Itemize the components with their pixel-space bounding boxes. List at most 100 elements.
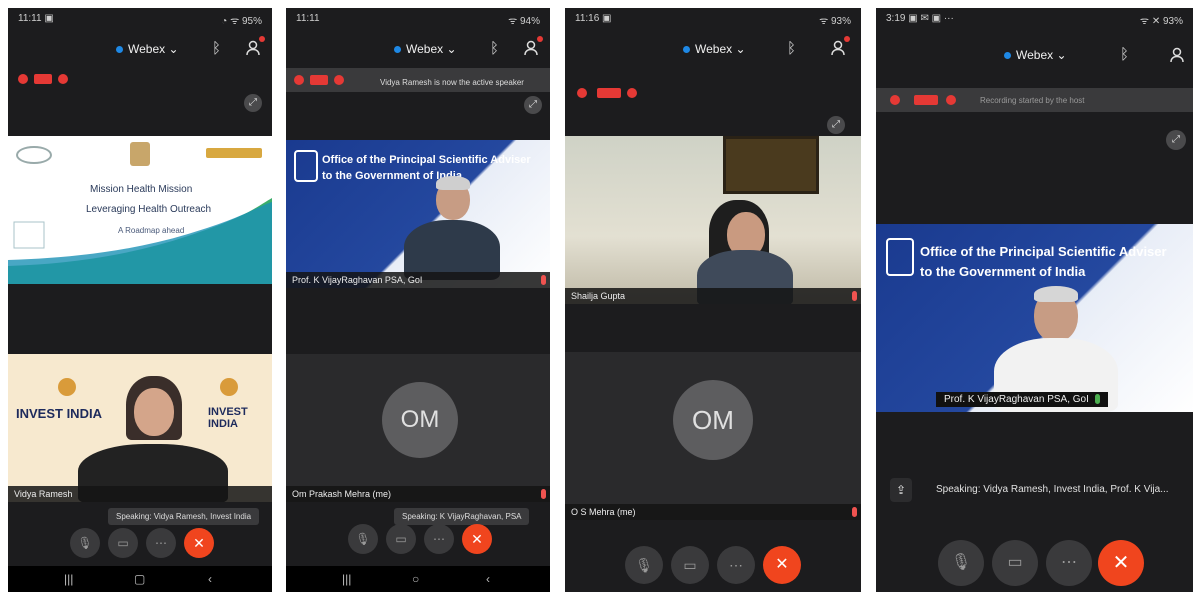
invest-india-logo-left: INVEST INDIA [16,406,102,421]
participants-icon[interactable] [829,36,850,57]
mic-muted-icon [852,291,857,301]
recents-icon[interactable]: ||| [342,572,351,586]
mic-active-icon [1094,394,1100,405]
mute-icon[interactable]: 🎙 [70,528,100,558]
mute-icon[interactable]: 🎙 [625,546,663,584]
status-indicators: ◔ ᯤ 95% [221,16,262,27]
webex-label: Webex ⌄ [695,42,746,56]
self-video-tile[interactable]: OM O S Mehra (me) [565,352,861,520]
meeting-topbar: Webex ⌄ ᛒ [565,30,861,70]
expand-icon[interactable]: ⤢ [827,116,845,134]
wall-painting [723,136,819,194]
self-name: O S Mehra (me) [565,504,861,520]
android-navbar: ||| ○ ‹ [286,566,550,592]
back-icon[interactable]: ‹ [208,572,212,586]
invest-india-logo-right: INVEST INDIA [208,406,248,430]
more-icon[interactable]: ⋯ [146,528,176,558]
speaking-label: Speaking: Vidya Ramesh, Invest India, Pr… [936,484,1169,495]
webex-label: Webex ⌄ [406,42,457,56]
webex-status-dot [683,46,690,53]
status-bar: 11:11 ▣ ◔ ᯤ 95% [8,8,272,28]
share-icon[interactable]: ⇪ [890,478,912,502]
record-icon[interactable] [577,84,653,102]
more-icon[interactable]: ⋯ [424,524,454,554]
slide-wave [8,198,272,284]
participant-name: Vidya Ramesh [8,486,272,502]
expand-icon[interactable]: ⤢ [244,94,262,112]
status-time: 3:19 ▣ ✉ ▣ ··· [886,13,954,24]
webex-menu[interactable]: Webex ⌄ [683,42,746,56]
status-bar: 3:19 ▣ ✉ ▣ ··· ᯤ ✕ 93% [876,8,1193,28]
more-icon[interactable]: ⋯ [1046,540,1092,586]
end-call-icon[interactable]: ✕ [462,524,492,554]
mic-muted-icon [541,275,546,285]
record-icon[interactable] [890,91,966,109]
record-icon[interactable] [294,71,354,89]
end-call-icon[interactable]: ✕ [763,546,801,584]
speaking-label: Speaking: Vidya Ramesh, Invest India [108,508,260,525]
participants-icon[interactable] [1168,46,1186,64]
national-emblem-icon [886,238,914,276]
speaker-name: Prof. K VijayRaghavan PSA, GoI [286,272,550,288]
speaker-video[interactable]: Office of the Principal Scientific Advis… [286,140,550,288]
speaker-video[interactable]: Shailja Gupta [565,136,861,304]
participant-video[interactable]: INVEST INDIA INVEST INDIA Vidya Ramesh [8,354,272,502]
self-video-tile[interactable]: OM Om Prakash Mehra (me) [286,354,550,502]
home-icon[interactable]: ○ [412,572,419,586]
status-time: 11:11 ▣ [18,13,54,24]
bluetooth-icon[interactable]: ᛒ [1120,46,1129,63]
video-icon[interactable]: ▭ [671,546,709,584]
avatar: OM [673,380,753,460]
meeting-topbar: Webex ⌄ ᛒ [286,30,550,70]
webex-status-dot [116,46,123,53]
phone-screen-2: 11:11 ᯤ 94% Webex ⌄ ᛒ Vidya Ramesh is no… [286,8,550,592]
speaker-video[interactable]: Office of the Principal Scientific Advis… [876,224,1193,412]
participant-face [134,388,174,436]
more-icon[interactable]: ⋯ [717,546,755,584]
notification-badge [259,36,265,42]
expand-icon[interactable]: ⤢ [524,96,542,114]
status-indicators: ᯤ 93% [819,16,851,27]
webex-status-dot [1004,52,1011,59]
org-line1: Office of the Principal Scientific Advis… [920,244,1167,259]
org-line2: to the Government of India [920,264,1086,279]
video-icon[interactable]: ▭ [992,540,1038,586]
bluetooth-icon[interactable]: ᛒ [212,40,221,57]
speaker-name: Prof. K VijayRaghavan PSA, GoI [936,392,1108,407]
record-icon[interactable] [18,70,78,88]
participants-icon[interactable] [522,36,543,57]
status-time: 11:16 ▣ [575,13,612,24]
recents-icon[interactable]: ||| [64,572,73,586]
webex-menu[interactable]: Webex ⌄ [1004,48,1067,62]
call-controls: 🎙 ▭ ⋯ ✕ [8,528,272,568]
participants-icon[interactable] [244,36,265,57]
logo-mark-icon [220,378,238,396]
call-controls: 🎙 ▭ ⋯ ✕ [565,546,861,590]
shared-content[interactable]: Mission Health Mission Leveraging Health… [8,136,272,284]
webex-label: Webex ⌄ [1016,48,1067,62]
mute-icon[interactable]: 🎙 [348,524,378,554]
self-name: Om Prakash Mehra (me) [286,486,550,502]
status-time: 11:11 [296,13,320,24]
home-icon[interactable]: ▢ [134,572,145,586]
mute-icon[interactable]: 🎙 [938,540,984,586]
speaker-body [404,220,500,280]
end-call-icon[interactable]: ✕ [1098,540,1144,586]
status-bar: 11:16 ▣ ᯤ 93% [565,8,861,28]
back-icon[interactable]: ‹ [486,572,490,586]
expand-icon[interactable]: ⤢ [1166,130,1186,150]
webex-menu[interactable]: Webex ⌄ [116,42,179,56]
end-call-icon[interactable]: ✕ [184,528,214,558]
video-icon[interactable]: ▭ [108,528,138,558]
call-controls: 🎙 ▭ ⋯ ✕ [286,524,550,564]
status-bar: 11:11 ᯤ 94% [286,8,550,28]
webex-menu[interactable]: Webex ⌄ [394,42,457,56]
bluetooth-icon[interactable]: ᛒ [787,40,796,57]
video-icon[interactable]: ▭ [386,524,416,554]
recording-status-label: Recording started by the host [980,96,1085,105]
notification-badge [844,36,850,42]
android-navbar: ||| ▢ ‹ [8,566,272,592]
phone-screen-1: 11:11 ▣ ◔ ᯤ 95% Webex ⌄ ᛒ ⤢ Mission Heal… [8,8,272,592]
national-emblem-icon [294,150,318,182]
bluetooth-icon[interactable]: ᛒ [490,40,499,57]
